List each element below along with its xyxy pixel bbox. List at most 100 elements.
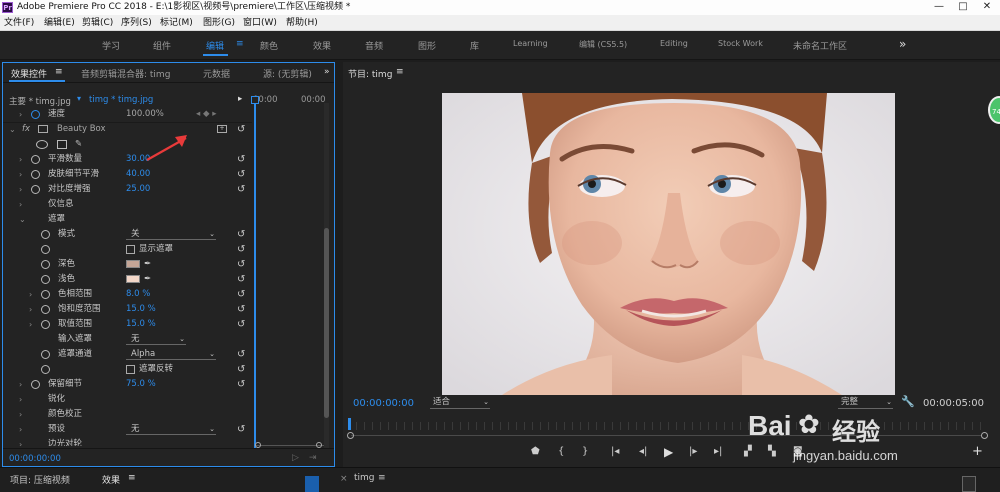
program-timecode[interactable]: 00:00:00:00 xyxy=(353,398,414,409)
go-to-out-icon[interactable]: ▸| xyxy=(714,446,722,457)
eyedropper-icon[interactable]: ✒ xyxy=(144,257,151,272)
reset-icon[interactable]: ↺ xyxy=(237,257,245,272)
twirl-icon[interactable]: › xyxy=(29,287,32,302)
workspace-editing-en[interactable]: Editing xyxy=(660,39,688,48)
mask-channel-dropdown[interactable]: Alpha ⌄ xyxy=(126,349,216,360)
program-zoom-left-handle[interactable] xyxy=(347,432,354,439)
stopwatch-icon[interactable] xyxy=(41,350,50,359)
ec-playhead[interactable] xyxy=(254,97,256,448)
stopwatch-icon[interactable] xyxy=(31,380,40,389)
close-timeline-icon[interactable]: × xyxy=(340,474,348,484)
twirl-icon[interactable]: › xyxy=(19,437,22,446)
floating-assistant-badge[interactable]: 74 xyxy=(988,96,1000,124)
effect-settings-icon[interactable]: + xyxy=(217,125,227,133)
stopwatch-icon[interactable] xyxy=(41,320,50,329)
twirl-icon[interactable]: › xyxy=(19,392,22,407)
contrast-value[interactable]: 25.00 xyxy=(126,182,150,197)
reset-icon[interactable]: ↺ xyxy=(237,167,245,182)
stopwatch-icon[interactable] xyxy=(41,305,50,314)
reset-icon[interactable]: ↺ xyxy=(237,302,245,317)
stopwatch-icon[interactable] xyxy=(31,170,40,179)
invert-mask-checkbox[interactable] xyxy=(126,365,135,374)
menu-sequence[interactable]: 序列(S) xyxy=(121,15,152,31)
tab-metadata[interactable]: 元数据 xyxy=(203,67,230,80)
twirl-icon[interactable]: › xyxy=(19,167,22,182)
reset-icon[interactable]: ↺ xyxy=(237,182,245,197)
reset-icon[interactable]: ↺ xyxy=(237,122,245,137)
twirl-icon[interactable]: › xyxy=(19,407,22,422)
preset-dropdown[interactable]: 无 ⌄ xyxy=(126,424,216,435)
workspace-menu-icon[interactable]: ≡ xyxy=(236,39,244,49)
effects-menu-icon[interactable]: ≡ xyxy=(128,473,136,483)
workspace-graphics[interactable]: 图形 xyxy=(418,39,436,52)
reset-icon[interactable]: ↺ xyxy=(237,422,245,437)
reset-icon[interactable]: ↺ xyxy=(237,287,245,302)
twirl-open-icon[interactable]: ⌄ xyxy=(19,212,26,227)
workspace-stock-work[interactable]: Stock Work xyxy=(718,39,763,48)
twirl-icon[interactable]: › xyxy=(29,317,32,332)
workspace-unnamed[interactable]: 未命名工作区 xyxy=(793,39,847,52)
stopwatch-icon[interactable] xyxy=(41,275,50,284)
current-time[interactable]: 00:00:00:00 xyxy=(9,454,61,464)
workspace-assembly[interactable]: 组件 xyxy=(153,39,171,52)
workspace-color[interactable]: 颜色 xyxy=(260,39,278,52)
stopwatch-icon[interactable] xyxy=(31,155,40,164)
step-forward-icon[interactable]: |▸ xyxy=(689,446,697,457)
maximize-button[interactable]: □ xyxy=(952,0,974,15)
menu-clip[interactable]: 剪辑(C) xyxy=(82,15,113,31)
input-mask-dropdown[interactable]: 无 ⌄ xyxy=(126,334,186,345)
reset-icon[interactable]: ↺ xyxy=(237,152,245,167)
tab-effect-controls[interactable]: 效果控件 xyxy=(11,67,47,80)
stopwatch-icon[interactable] xyxy=(41,245,50,254)
workspace-editing-cs55[interactable]: 编辑 (CS5.5) xyxy=(579,39,627,50)
program-zoom-right-handle[interactable] xyxy=(981,432,988,439)
stopwatch-icon[interactable] xyxy=(31,110,40,119)
tab-source[interactable]: 源: (无剪辑) xyxy=(263,67,312,80)
program-title[interactable]: 节目: timg xyxy=(348,67,392,80)
ec-scrollbar-thumb[interactable] xyxy=(324,228,329,418)
close-window-button[interactable]: ✕ xyxy=(976,0,998,15)
play-icon[interactable]: ▶ xyxy=(664,445,673,459)
reset-icon[interactable]: ↺ xyxy=(237,317,245,332)
minimize-button[interactable]: — xyxy=(928,0,950,15)
step-back-icon[interactable]: ◂| xyxy=(639,446,647,457)
clip-label[interactable]: timg * timg.jpg xyxy=(89,95,153,105)
keyframe-nav-icon[interactable]: ◂ ◆ ▸ xyxy=(196,107,216,122)
menu-window[interactable]: 窗口(W) xyxy=(243,15,277,31)
workspace-more-icon[interactable]: » xyxy=(899,37,906,51)
saturation-range-value[interactable]: 15.0 % xyxy=(126,302,156,317)
pen-mask-icon[interactable]: ✎ xyxy=(75,137,82,152)
master-clip-label[interactable]: 主要 * timg.jpg xyxy=(9,95,71,107)
keep-detail-value[interactable]: 75.0 % xyxy=(126,377,156,392)
eyedropper-icon[interactable]: ✒ xyxy=(144,272,151,287)
go-to-in-icon[interactable]: |◂ xyxy=(611,446,619,457)
reset-icon[interactable]: ↺ xyxy=(237,242,245,257)
menu-graphics[interactable]: 图形(G) xyxy=(203,15,235,31)
menu-file[interactable]: 文件(F) xyxy=(4,15,34,31)
program-menu-icon[interactable]: ≡ xyxy=(396,67,404,77)
stopwatch-icon[interactable] xyxy=(31,185,40,194)
tab-project[interactable]: 项目: 压缩视频 xyxy=(10,473,70,486)
ec-playhead-handle[interactable] xyxy=(251,96,259,104)
workspace-libraries[interactable]: 库 xyxy=(470,39,479,52)
menu-marker[interactable]: 标记(M) xyxy=(160,15,193,31)
menu-help[interactable]: 帮助(H) xyxy=(286,15,318,31)
workspace-editing[interactable]: 编辑 xyxy=(206,39,224,52)
ec-zoom-bar[interactable] xyxy=(256,445,324,446)
filter-icon[interactable]: ▷ xyxy=(292,453,299,463)
timeline-menu-icon[interactable]: ≡ xyxy=(378,473,386,483)
workspace-learn[interactable]: 学习 xyxy=(102,39,120,52)
twirl-icon[interactable]: › xyxy=(19,377,22,392)
add-marker-icon[interactable]: ⬟ xyxy=(531,446,540,457)
ellipse-mask-icon[interactable] xyxy=(36,140,48,149)
program-playhead[interactable] xyxy=(348,418,351,430)
reset-icon[interactable]: ↺ xyxy=(237,227,245,242)
dark-color-swatch[interactable] xyxy=(126,260,140,268)
twirl-icon[interactable]: › xyxy=(19,422,22,437)
play-only-icon[interactable]: ▸ xyxy=(238,94,242,104)
stopwatch-icon[interactable] xyxy=(41,260,50,269)
twirl-icon[interactable]: › xyxy=(19,152,22,167)
workspace-audio[interactable]: 音频 xyxy=(365,39,383,52)
transform-icon[interactable] xyxy=(38,125,48,133)
fit-dropdown[interactable]: 适合 ⌄ xyxy=(430,397,490,409)
